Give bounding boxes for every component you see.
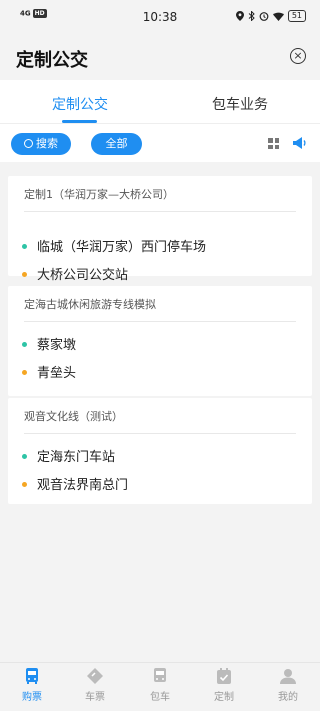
ticket-icon [87,668,103,684]
close-icon[interactable]: × [290,48,306,64]
nav-item-charter[interactable]: 包车 [140,667,180,703]
calendar-check-icon [217,668,231,684]
start-stop: 定海东门车站 [22,446,115,465]
nav-item-buy-ticket[interactable]: 购票 [12,667,52,703]
search-label: 搜索 [36,137,58,150]
end-stop: 观音法界南总门 [22,474,128,493]
route-card[interactable]: 定制1（华润万家—大桥公司） 临城（华润万家）西门停车场 大桥公司公交站 [8,176,312,283]
bottom-nav: 购票 车票 包车 定制 我的 [0,662,320,711]
end-dot-icon [22,482,27,487]
page-title: 定制公交 [16,50,88,71]
divider [24,321,296,322]
nav-item-profile[interactable]: 我的 [268,667,308,703]
route-title: 观音文化线（测试） [24,410,123,423]
route-card[interactable]: 定海古城休闲旅游专线模拟 蔡家墩 青垒头 [8,286,312,396]
stop-name: 青垒头 [37,366,77,381]
route-title: 定制1（华润万家—大桥公司） [24,188,174,201]
nav-label: 车票 [85,692,105,703]
stop-name: 临城（华润万家）西门停车场 [37,240,207,255]
start-dot-icon [22,244,27,249]
charter-bus-icon [154,668,166,682]
active-tab-indicator [62,120,97,123]
end-dot-icon [22,370,27,375]
stop-name: 定海东门车站 [37,450,116,465]
announcement-icon[interactable] [292,136,308,150]
route-card[interactable]: 观音文化线（测试） 定海东门车站 观音法界南总门 [8,398,312,504]
alarm-icon [259,12,269,21]
end-dot-icon [22,272,27,277]
stop-name: 观音法界南总门 [37,478,129,493]
tab-custom-bus[interactable]: 定制公交 [52,94,108,114]
nav-label: 我的 [278,692,298,703]
user-icon [280,669,296,684]
nav-label: 购票 [22,692,42,703]
tab-bar: 定制公交 包车业务 [0,80,320,124]
divider [24,211,296,212]
status-icons: 51 [235,10,306,22]
grid-view-icon[interactable] [268,138,279,149]
route-list: 定制1（华润万家—大桥公司） 临城（华润万家）西门停车场 大桥公司公交站 定海古… [0,162,320,662]
search-button[interactable]: 搜索 [11,133,71,155]
bluetooth-icon [248,11,255,21]
search-icon [24,139,33,148]
location-icon [235,11,244,21]
all-filter-button[interactable]: 全部 [91,133,142,155]
end-stop: 青垒头 [22,362,76,381]
divider [24,433,296,434]
tab-charter-service[interactable]: 包车业务 [212,94,268,114]
start-dot-icon [22,454,27,459]
start-dot-icon [22,342,27,347]
start-stop: 蔡家墩 [22,334,76,353]
battery-icon: 51 [287,10,306,22]
wifi-icon [272,12,284,21]
stop-name: 蔡家墩 [37,338,77,353]
status-bar: 4G HD 10:38 51 [0,0,320,34]
page-header: 定制公交 × [0,34,320,80]
nav-item-tickets[interactable]: 车票 [75,667,115,703]
start-stop: 临城（华润万家）西门停车场 [22,236,206,255]
bus-icon [26,668,38,684]
nav-label: 定制 [214,692,234,703]
stop-name: 大桥公司公交站 [37,268,129,283]
end-stop: 大桥公司公交站 [22,264,128,283]
filter-bar: 搜索 全部 [0,124,320,162]
nav-item-custom[interactable]: 定制 [204,667,244,703]
route-title: 定海古城休闲旅游专线模拟 [24,298,156,311]
nav-label: 包车 [150,692,170,703]
